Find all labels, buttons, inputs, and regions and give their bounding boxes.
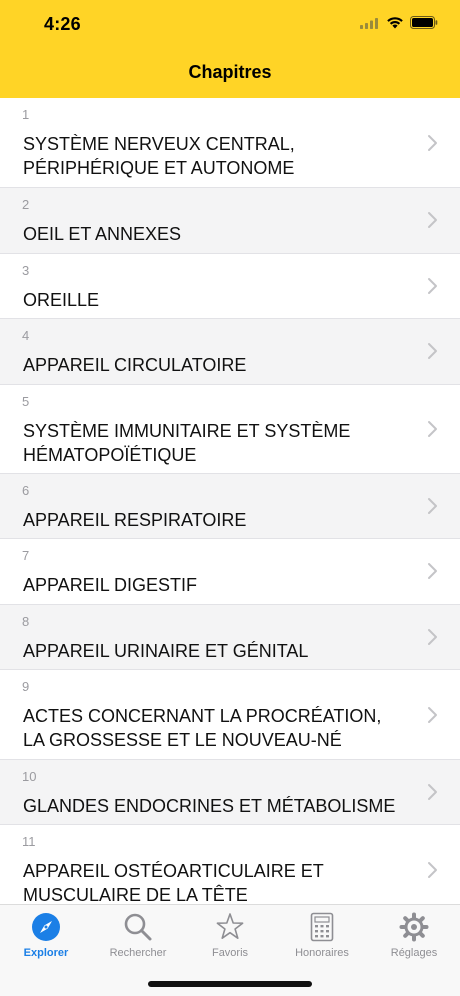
chapter-title: ACTES CONCERNANT LA PROCRÉATION, LA GROS… — [23, 706, 382, 750]
chapter-title: APPAREIL RESPIRATOIRE — [23, 510, 247, 530]
wifi-icon — [387, 17, 403, 29]
chevron-right-icon — [428, 707, 437, 723]
chevron-right-icon — [428, 784, 437, 800]
chapter-number: 7 — [22, 548, 30, 563]
chevron-right-icon — [428, 421, 437, 437]
chevron-right-icon — [428, 629, 437, 645]
chapter-title: GLANDES ENDOCRINES ET MÉTABOLISME — [23, 796, 396, 816]
tab-label: Explorer — [23, 947, 69, 959]
chapter-number: 4 — [22, 328, 30, 343]
chapter-row[interactable]: 10 GLANDES ENDOCRINES ET MÉTABOLISME — [0, 760, 460, 825]
tab-label: Favoris — [211, 947, 249, 959]
gear-icon — [399, 912, 429, 942]
chapter-title: APPAREIL URINAIRE ET GÉNITAL — [23, 641, 309, 661]
chapter-number: 1 — [22, 107, 30, 122]
tab-reglages[interactable]: Réglages — [368, 911, 460, 959]
chapter-row[interactable]: 3 OREILLE — [0, 254, 460, 319]
chevron-right-icon — [428, 563, 437, 579]
chapter-row[interactable]: 11 APPAREIL OSTÉOARTICULAIRE ET MUSCULAI… — [0, 825, 460, 904]
chapter-title: APPAREIL OSTÉOARTICULAIRE ET MUSCULAIRE … — [23, 861, 324, 904]
tab-label: Réglages — [390, 947, 438, 959]
chapter-number: 5 — [22, 394, 30, 409]
star-icon — [216, 913, 244, 939]
chapter-title: APPAREIL DIGESTIF — [23, 575, 198, 595]
chapter-row[interactable]: 9 ACTES CONCERNANT LA PROCRÉATION, LA GR… — [0, 670, 460, 760]
chevron-right-icon — [428, 498, 437, 514]
chapter-number: 9 — [22, 679, 30, 694]
chapter-row[interactable]: 4 APPAREIL CIRCULATOIRE — [0, 319, 460, 385]
tab-explorer[interactable]: Explorer — [0, 911, 92, 959]
chapter-number: 10 — [22, 769, 37, 784]
home-indicator — [148, 981, 312, 987]
chapter-title: APPAREIL CIRCULATOIRE — [23, 355, 247, 375]
chapter-number: 3 — [22, 263, 30, 278]
calculator-icon — [310, 912, 334, 942]
tab-favoris[interactable]: Favoris — [184, 911, 276, 959]
compass-icon — [32, 913, 60, 941]
chapter-title: OEIL ET ANNEXES — [23, 224, 182, 244]
status-time: 4:26 — [44, 14, 81, 34]
chapter-title: SYSTÈME NERVEUX CENTRAL, PÉRIPHÉRIQUE ET… — [23, 134, 295, 178]
chevron-right-icon — [428, 343, 437, 359]
page-title: Chapitres — [188, 62, 272, 82]
chapter-row[interactable]: 7 APPAREIL DIGESTIF — [0, 539, 460, 605]
chapter-row[interactable]: 2 OEIL ET ANNEXES — [0, 188, 460, 254]
chapter-number: 8 — [22, 614, 30, 629]
chapter-list[interactable]: 1 SYSTÈME NERVEUX CENTRAL, PÉRIPHÉRIQUE … — [0, 98, 460, 904]
chevron-right-icon — [428, 278, 437, 294]
search-icon — [124, 913, 152, 941]
battery-icon — [410, 16, 438, 29]
chapter-title: OREILLE — [23, 290, 100, 310]
chevron-right-icon — [428, 212, 437, 228]
tab-rechercher[interactable]: Rechercher — [92, 911, 184, 959]
chapter-title: SYSTÈME IMMUNITAIRE ET SYSTÈME HÉMATOPOÏ… — [23, 421, 351, 465]
chapter-row[interactable]: 5 SYSTÈME IMMUNITAIRE ET SYSTÈME HÉMATOP… — [0, 385, 460, 474]
cellular-signal-icon — [360, 17, 378, 29]
chapter-row[interactable]: 8 APPAREIL URINAIRE ET GÉNITAL — [0, 605, 460, 670]
chapter-number: 2 — [22, 197, 30, 212]
header-bar: 4:26 Chapitres — [0, 0, 460, 98]
chevron-right-icon — [428, 862, 437, 878]
tab-honoraires[interactable]: Honoraires — [276, 911, 368, 959]
status-icons — [360, 16, 438, 29]
chapter-number: 6 — [22, 483, 30, 498]
chevron-right-icon — [428, 135, 437, 151]
tab-label: Honoraires — [295, 947, 349, 959]
chapter-number: 11 — [22, 834, 36, 849]
chapter-row[interactable]: 6 APPAREIL RESPIRATOIRE — [0, 474, 460, 539]
chapter-row[interactable]: 1 SYSTÈME NERVEUX CENTRAL, PÉRIPHÉRIQUE … — [0, 98, 460, 188]
tab-label: Rechercher — [109, 947, 167, 959]
